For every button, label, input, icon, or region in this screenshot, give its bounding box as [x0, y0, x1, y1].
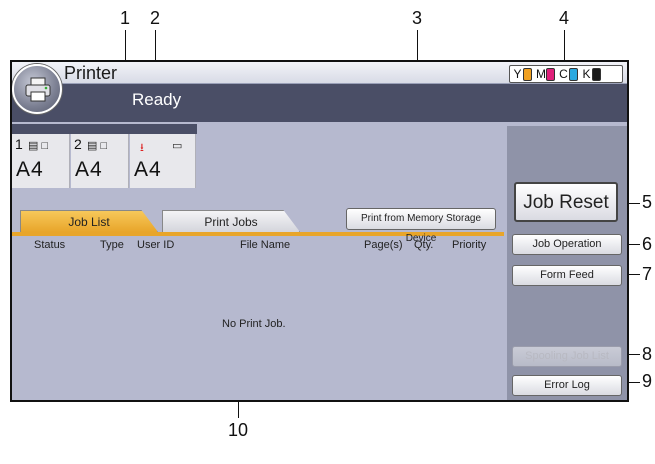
toner-bar-cyan	[569, 67, 578, 81]
column-header-priority: Priority	[452, 239, 487, 251]
tray-paper-size: A4	[134, 158, 162, 181]
callout-7: 7	[642, 264, 653, 284]
spooling-job-list-button[interactable]: Spooling Job List	[512, 346, 622, 367]
tab-print-jobs[interactable]: Print Jobs	[162, 210, 300, 232]
column-header-status: Status	[34, 239, 66, 251]
callout-3: 3	[412, 8, 423, 28]
toner-bar-yellow	[523, 67, 532, 81]
job-reset-button[interactable]: Job Reset	[514, 182, 618, 222]
lock-icon: ▭	[172, 140, 183, 152]
job-list-area[interactable]: No Print Job.	[12, 254, 504, 400]
tray-2: 2 ▤ □ A4	[71, 134, 129, 188]
callout-5: 5	[642, 192, 653, 212]
tray-paper-icon: ▤ □	[28, 140, 49, 152]
column-header-user-id: User ID	[137, 239, 175, 251]
printer-icon	[25, 77, 51, 102]
printer-app-icon[interactable]	[12, 64, 62, 114]
tray-strip	[12, 124, 197, 134]
tray-number: 1	[15, 136, 23, 152]
tray-paper-size: A4	[16, 158, 44, 181]
column-header-qty: Qty.	[414, 239, 434, 251]
job-list-header: Status Type User ID File Name Page(s) Qt…	[12, 236, 504, 254]
toner-bar-black	[592, 67, 601, 81]
printer-screen: Printer Y M C K Ready 1 ▤ □ A4 2 ▤ □ A4	[10, 60, 629, 402]
error-log-button[interactable]: Error Log	[512, 375, 622, 396]
status-text: Ready	[132, 90, 182, 109]
callout-6: 6	[642, 234, 653, 254]
tab-job-list[interactable]: Job List	[20, 210, 158, 232]
toner-label-k: K	[582, 67, 591, 81]
toner-bar-magenta	[546, 67, 555, 81]
app-title: Printer	[64, 63, 118, 83]
status-bar: Ready	[12, 84, 627, 122]
toner-label-y: Y	[513, 67, 522, 81]
callout-10: 10	[228, 420, 249, 440]
column-header-type: Type	[100, 239, 124, 251]
toner-label-m: M	[536, 67, 546, 81]
callout-9: 9	[642, 371, 653, 391]
tray-paper-icon: ▤ □	[87, 140, 108, 152]
bypass-tray-icon: ⭳	[140, 142, 144, 154]
form-feed-button[interactable]: Form Feed	[512, 265, 622, 286]
callout-1: 1	[120, 8, 131, 28]
column-header-pages: Page(s)	[364, 239, 403, 251]
tray-paper-size: A4	[75, 158, 103, 181]
tray-number: 2	[74, 136, 82, 152]
job-operation-button[interactable]: Job Operation	[512, 234, 622, 255]
toner-indicator: Y M C K	[509, 65, 623, 83]
print-from-memory-button[interactable]: Print from Memory Storage Device	[346, 208, 496, 244]
callout-4: 4	[559, 8, 570, 28]
tray-1: 1 ▤ □ A4	[12, 134, 70, 188]
callout-2: 2	[150, 8, 161, 28]
toner-label-c: C	[559, 67, 568, 81]
header-bar: Printer Y M C K	[12, 62, 627, 84]
column-header-file-name: File Name	[240, 239, 291, 251]
empty-list-message: No Print Job.	[222, 318, 286, 330]
tray-bypass: ⭳ ▭ A4	[130, 134, 196, 188]
callout-8: 8	[642, 344, 653, 364]
